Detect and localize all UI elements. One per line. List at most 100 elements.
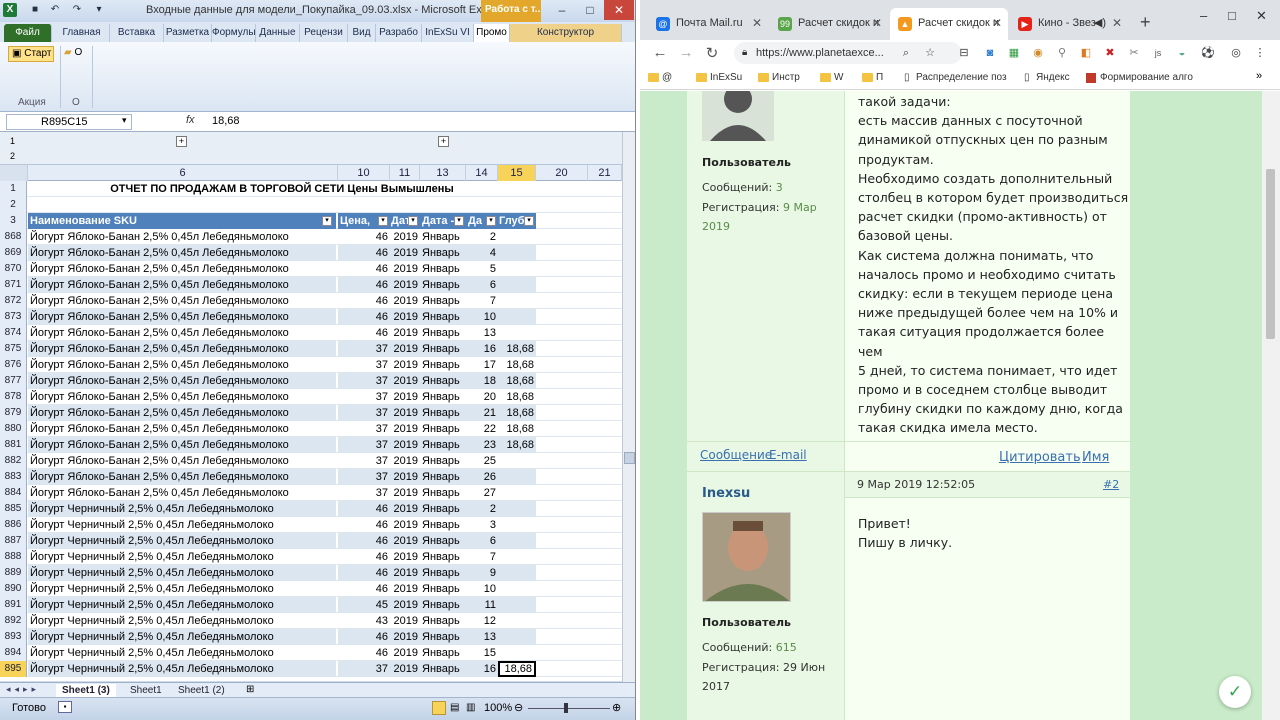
bookmark-item[interactable]: Формирование алго — [1086, 70, 1193, 86]
cell-month[interactable]: Январь — [420, 629, 466, 645]
filter-dropdown-icon[interactable]: ▾ — [486, 216, 496, 226]
cell-depth[interactable] — [498, 613, 536, 629]
profile-icon[interactable]: ◎ — [1228, 45, 1244, 61]
cell-year[interactable]: 2019 — [390, 309, 420, 325]
start-button[interactable]: ▣ Старт — [8, 46, 54, 62]
tab-developer[interactable]: Разрабо — [376, 24, 422, 42]
row-header[interactable]: 888 — [0, 549, 27, 565]
row-header[interactable]: 882 — [0, 453, 27, 469]
page-scrollbar[interactable] — [1262, 91, 1280, 720]
post-number-link[interactable]: #2 — [1103, 478, 1119, 491]
avatar[interactable] — [702, 91, 774, 141]
cell-price[interactable]: 37 — [338, 469, 390, 485]
cell-day[interactable]: 5 — [466, 261, 498, 277]
cell-depth[interactable] — [498, 245, 536, 261]
cell-sku[interactable]: Йогурт Яблоко-Банан 2,5% 0,45л Лебедяньм… — [28, 229, 336, 245]
cell-price[interactable]: 46 — [338, 645, 390, 661]
cell-sku[interactable]: Йогурт Яблоко-Банан 2,5% 0,45л Лебедяньм… — [28, 261, 336, 277]
normal-view-icon[interactable] — [432, 701, 446, 715]
cell-month[interactable]: Январь — [420, 645, 466, 661]
name-box[interactable]: R895C15 — [6, 114, 132, 130]
cell-year[interactable]: 2019 — [390, 645, 420, 661]
redo-icon[interactable]: ↷ — [70, 3, 84, 17]
cell-price[interactable]: 46 — [338, 229, 390, 245]
lock-icon[interactable]: 🔒︎ — [742, 42, 747, 64]
reload-icon[interactable]: ↻ — [702, 44, 722, 62]
minimize-icon[interactable]: – — [548, 0, 576, 20]
cell-year[interactable]: 2019 — [390, 245, 420, 261]
row-header[interactable]: 870 — [0, 261, 27, 277]
bookmark-item[interactable]: П — [862, 70, 883, 86]
row-header[interactable]: 895 — [0, 661, 27, 677]
expand-group-icon[interactable]: + — [176, 136, 187, 147]
browser-tab[interactable]: 99 Расчет скидок и ✕ — [770, 8, 888, 40]
cell-month[interactable]: Январь — [420, 421, 466, 437]
cell-day[interactable]: 18 — [466, 373, 498, 389]
cell-year[interactable]: 2019 — [390, 517, 420, 533]
cell-price[interactable]: 46 — [338, 629, 390, 645]
cell-year[interactable]: 2019 — [390, 629, 420, 645]
cell-price[interactable]: 37 — [338, 341, 390, 357]
row-header[interactable]: 889 — [0, 565, 27, 581]
cell-sku[interactable]: Йогурт Черничный 2,5% 0,45л Лебедяньмоло… — [28, 661, 336, 677]
cell-month[interactable]: Январь — [420, 309, 466, 325]
cell-sku[interactable]: Йогурт Черничный 2,5% 0,45л Лебедяньмоло… — [28, 645, 336, 661]
cell-depth[interactable]: 18,68 — [498, 405, 536, 421]
sheet-tab[interactable]: Sheet1 (2) — [172, 684, 231, 697]
search-icon[interactable]: ⌕ — [898, 45, 914, 61]
row-header[interactable]: 868 — [0, 229, 27, 245]
bookmark-item[interactable]: @ — [648, 70, 672, 86]
extension-icon[interactable]: ◉ — [1030, 45, 1046, 61]
column-header-selected[interactable]: 15 — [498, 165, 536, 181]
cell-price[interactable]: 46 — [338, 309, 390, 325]
cell-sku[interactable]: Йогурт Черничный 2,5% 0,45л Лебедяньмоло… — [28, 549, 336, 565]
row-header[interactable]: 886 — [0, 517, 27, 533]
bookmark-item[interactable]: InExSu — [696, 70, 742, 86]
column-header[interactable]: 13 — [420, 165, 466, 181]
cell-price[interactable]: 46 — [338, 517, 390, 533]
cell-day[interactable]: 26 — [466, 469, 498, 485]
select-all-corner[interactable] — [0, 165, 28, 181]
zoom-out-icon[interactable]: ⊖ — [514, 701, 523, 714]
cell-sku[interactable]: Йогурт Яблоко-Банан 2,5% 0,45л Лебедяньм… — [28, 357, 336, 373]
vertical-scrollbar[interactable] — [622, 132, 635, 682]
cell-price[interactable]: 37 — [338, 421, 390, 437]
cell-month[interactable]: Январь — [420, 325, 466, 341]
row-header[interactable]: 894 — [0, 645, 27, 661]
sheet-nav-icon[interactable]: ◂◂▸▸ — [6, 684, 40, 695]
cell-sku[interactable]: Йогурт Яблоко-Банан 2,5% 0,45л Лебедяньм… — [28, 453, 336, 469]
cell-price[interactable]: 43 — [338, 613, 390, 629]
cell-price[interactable]: 37 — [338, 373, 390, 389]
macro-record-icon[interactable]: ▪ — [58, 701, 72, 713]
row-header[interactable]: 893 — [0, 629, 27, 645]
cell-price[interactable]: 46 — [338, 277, 390, 293]
cell-month[interactable]: Январь — [420, 485, 466, 501]
filter-dropdown-icon[interactable]: ▾ — [524, 216, 534, 226]
filter-dropdown-icon[interactable]: ▾ — [454, 216, 464, 226]
cell-sku[interactable]: Йогурт Черничный 2,5% 0,45л Лебедяньмоло… — [28, 565, 336, 581]
new-tab-icon[interactable]: + — [1140, 12, 1151, 33]
row-header[interactable]: 878 — [0, 389, 27, 405]
o-button[interactable]: ▰ О — [64, 46, 88, 62]
cell-day[interactable]: 27 — [466, 485, 498, 501]
cell-month[interactable]: Январь — [420, 229, 466, 245]
row-header[interactable]: 874 — [0, 325, 27, 341]
cell-day[interactable]: 2 — [466, 501, 498, 517]
cell-depth[interactable]: 18,68 — [498, 437, 536, 453]
column-header[interactable]: 20 — [536, 165, 588, 181]
cell-month[interactable]: Январь — [420, 293, 466, 309]
zoom-level[interactable]: 100% — [484, 702, 512, 714]
bookmark-item[interactable]: Инстр — [758, 70, 800, 86]
extension-icon[interactable]: ◒ — [1174, 45, 1190, 61]
cell-price[interactable]: 46 — [338, 501, 390, 517]
minimize-icon[interactable]: – — [1200, 8, 1207, 23]
row-header[interactable]: 1 — [0, 181, 27, 197]
row-header[interactable]: 3 — [0, 213, 27, 229]
cell-sku[interactable]: Йогурт Яблоко-Банан 2,5% 0,45л Лебедяньм… — [28, 421, 336, 437]
namebox-dropdown-icon[interactable]: ▾ — [122, 115, 127, 126]
cell-year[interactable]: 2019 — [390, 469, 420, 485]
cell-day[interactable]: 10 — [466, 581, 498, 597]
cell-depth[interactable] — [498, 597, 536, 613]
message-link[interactable]: Сообщение — [700, 448, 772, 462]
cell-sku[interactable]: Йогурт Яблоко-Банан 2,5% 0,45л Лебедяньм… — [28, 293, 336, 309]
